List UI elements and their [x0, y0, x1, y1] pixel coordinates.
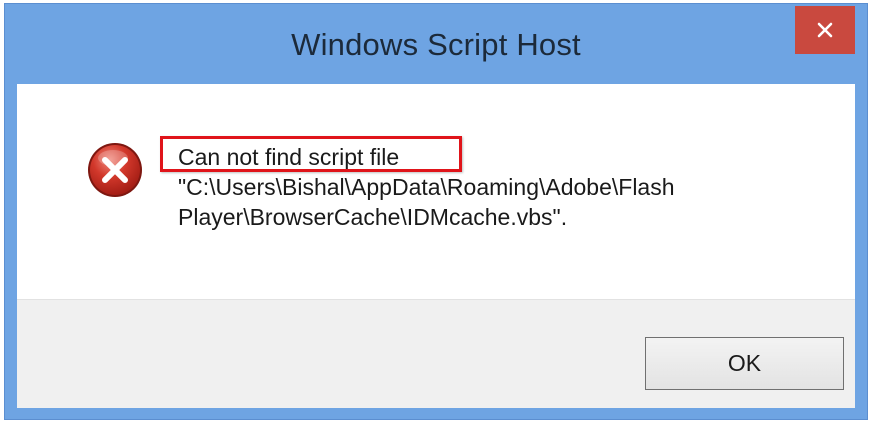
error-icon: [87, 142, 143, 198]
close-button[interactable]: [795, 6, 855, 54]
dialog-content: Can not find script file "C:\Users\Bisha…: [17, 84, 855, 299]
close-icon: [817, 22, 833, 38]
highlight-box: [160, 136, 462, 172]
button-bar: OK: [17, 299, 855, 408]
message-area: Can not find script file "C:\Users\Bisha…: [160, 136, 675, 232]
error-path-line-1: "C:\Users\Bishal\AppData\Roaming\Adobe\F…: [178, 174, 675, 200]
ok-button[interactable]: OK: [645, 337, 844, 390]
title-bar[interactable]: Windows Script Host: [5, 4, 867, 84]
dialog-window: Windows Script Host Can not find script …: [4, 3, 868, 420]
error-path-line-2: Player\BrowserCache\IDMcache.vbs".: [178, 204, 568, 230]
window-title: Windows Script Host: [291, 27, 581, 62]
